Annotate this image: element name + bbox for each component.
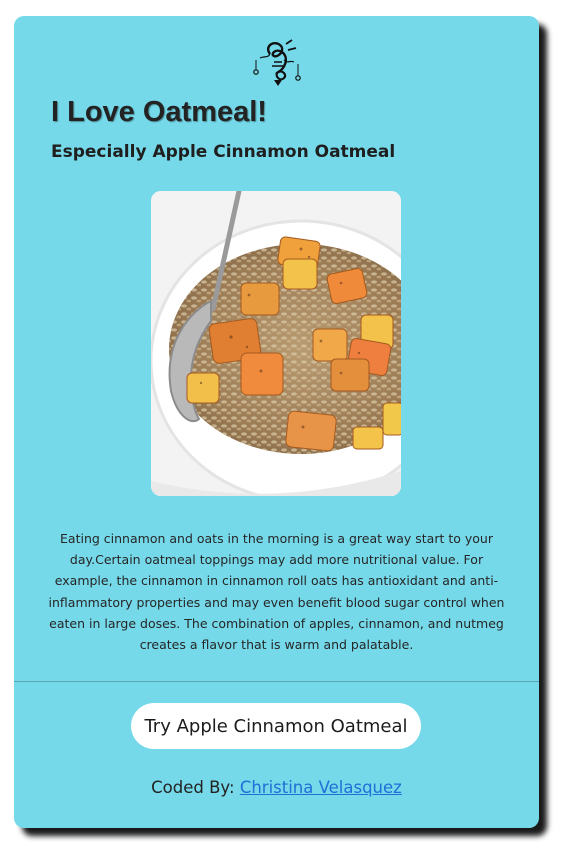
try-recipe-button[interactable]: Try Apple Cinnamon Oatmeal [131,703,421,749]
page-title: I Love Oatmeal! [51,96,267,128]
calligraphy-logo-icon [253,39,301,86]
divider [14,681,539,682]
page-subtitle: Especially Apple Cinnamon Oatmeal [51,142,396,162]
credit-prefix: Coded By: [151,778,240,797]
apple-cinnamon-oatmeal-bowl-photo [151,191,401,496]
oatmeal-photo [151,191,401,496]
recipe-card: I Love Oatmeal! Especially Apple Cinnamo… [14,16,539,828]
credit-line: Coded By: Christina Velasquez [14,778,539,797]
author-link[interactable]: Christina Velasquez [240,778,402,797]
oatmeal-description: Eating cinnamon and oats in the morning … [48,531,505,653]
